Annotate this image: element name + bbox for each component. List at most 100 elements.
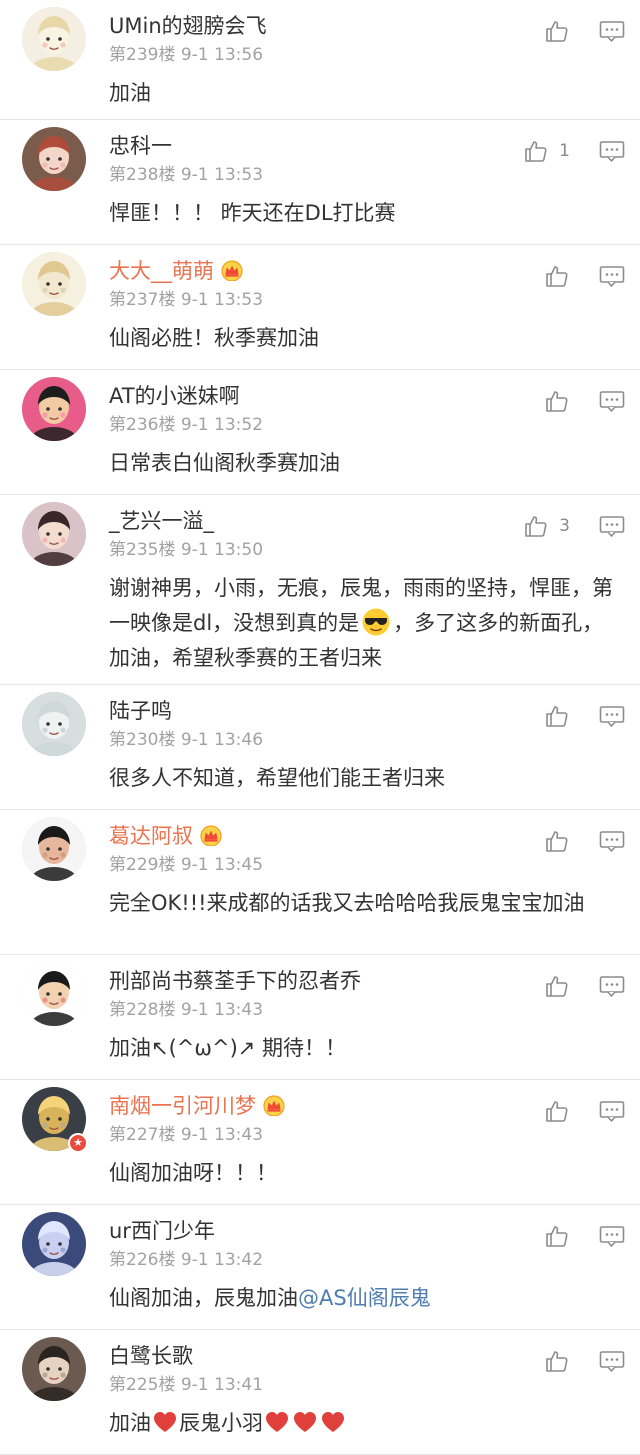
username-link[interactable]: _艺兴一溢_ (109, 507, 214, 535)
comment-text-segment: 完全OK!!!来成都的话我又去哈哈哈我辰鬼宝宝加油 (109, 891, 585, 915)
username-text: UMin的翅膀会飞 (109, 14, 267, 38)
reply-button[interactable] (599, 390, 625, 414)
comment-item: 忠科一 第238楼 9-1 13:53 悍匪！！！ 昨天还在DL打比赛 1 (0, 120, 640, 245)
comment-bubble-icon (599, 516, 625, 543)
avatar[interactable] (22, 127, 86, 191)
like-button[interactable] (544, 1223, 570, 1249)
like-button[interactable]: 3 (523, 513, 570, 539)
avatar[interactable] (22, 1212, 86, 1276)
reply-button[interactable] (599, 1100, 625, 1124)
avatar[interactable] (22, 252, 86, 316)
like-button[interactable] (544, 388, 570, 414)
comment-bubble-icon (599, 1101, 625, 1128)
reply-button[interactable] (599, 1350, 625, 1374)
username-text: 白鹭长歌 (109, 1344, 193, 1368)
username-text: ur西门少年 (109, 1219, 215, 1243)
comment-item: 白鹭长歌第225楼 9-1 13:41 加油 辰鬼小羽 (0, 1330, 640, 1455)
comment-text-segment: 加油↖(^ω^)↗ 期待！！ (109, 1036, 347, 1060)
username-link[interactable]: 陆子鸣 (109, 697, 172, 725)
comment-text-segment: 加油 (109, 1411, 151, 1435)
comment-bubble-icon (599, 831, 625, 858)
username-link[interactable]: 忠科一 (109, 132, 172, 160)
like-button[interactable] (544, 828, 570, 854)
like-count: 1 (559, 141, 570, 161)
avatar[interactable] (22, 377, 86, 441)
avatar[interactable] (22, 962, 86, 1026)
comment-text-segment: 日常表白仙阁秋季赛加油 (109, 451, 340, 475)
reply-button[interactable] (599, 1225, 625, 1249)
username-link[interactable]: UMin的翅膀会飞 (109, 12, 267, 40)
comment-list: UMin的翅膀会飞 第239楼 9-1 13:56 加油 忠科一 第238楼 9-1 1… (0, 0, 640, 1455)
reply-button[interactable] (599, 975, 625, 999)
like-button[interactable] (544, 18, 570, 44)
thumb-up-icon (544, 703, 570, 729)
comment-bubble-icon (599, 976, 625, 1003)
like-button[interactable] (544, 1098, 570, 1124)
avatar[interactable] (22, 817, 86, 881)
comment-meta: 第227楼 9-1 13:43 (109, 1123, 263, 1147)
comment-item: ★ 南烟一引河川梦 第227楼 9-1 13:43 仙阁加油呀！！！ (0, 1080, 640, 1205)
timestamp: 9-1 13:43 (180, 1125, 264, 1145)
comment-text: 完全OK!!!来成都的话我又去哈哈哈我辰鬼宝宝加油 (109, 886, 614, 921)
timestamp: 9-1 13:50 (180, 540, 264, 560)
crown-icon (262, 1094, 286, 1117)
timestamp: 9-1 13:56 (180, 45, 264, 65)
heart-icon (292, 1410, 318, 1434)
heart-icon (152, 1410, 178, 1434)
comment-item: ur西门少年 第226楼 9-1 13:42 仙阁加油，辰鬼加油@AS仙阁辰鬼 (0, 1205, 640, 1330)
timestamp: 9-1 13:42 (180, 1250, 264, 1270)
comment-text-segment: 很多人不知道，希望他们能王者归来 (109, 766, 445, 790)
avatar[interactable] (22, 7, 86, 71)
comment-text: 很多人不知道，希望他们能王者归来 (109, 761, 614, 796)
timestamp: 9-1 13:41 (180, 1375, 264, 1395)
avatar[interactable] (22, 692, 86, 756)
comment-bubble-icon (599, 1351, 625, 1378)
reply-button[interactable] (599, 265, 625, 289)
comment-meta: 第225楼 9-1 13:41 (109, 1373, 263, 1397)
reply-button[interactable] (599, 830, 625, 854)
username-link[interactable]: AT的小迷妹啊 (109, 382, 240, 410)
avatar[interactable] (22, 502, 86, 566)
reply-button[interactable] (599, 515, 625, 539)
comment-text-segment: 仙阁加油呀！！！ (109, 1161, 277, 1185)
thumb-up-icon (544, 1098, 570, 1124)
comment-text-segment: 辰鬼小羽 (179, 1411, 263, 1435)
username-link[interactable]: 南烟一引河川梦 (109, 1092, 286, 1120)
comment-item: 葛达阿叔 第229楼 9-1 13:45 完全OK!!!来成都的话我又去哈哈哈我辰鬼… (0, 810, 640, 955)
thumb-up-icon (523, 138, 549, 164)
crown-icon (199, 824, 223, 847)
username-link[interactable]: 葛达阿叔 (109, 822, 223, 850)
like-button[interactable] (544, 263, 570, 289)
username-link[interactable]: ur西门少年 (109, 1217, 215, 1245)
like-button[interactable] (544, 973, 570, 999)
comment-text: 日常表白仙阁秋季赛加油 (109, 446, 614, 481)
avatar[interactable] (22, 1337, 86, 1401)
like-button[interactable] (544, 703, 570, 729)
comment-text: 加油 辰鬼小羽 (109, 1406, 614, 1441)
username-link[interactable]: 大大__萌萌 (109, 257, 244, 285)
comment-bubble-icon (599, 1226, 625, 1253)
floor-number: 第237楼 (109, 290, 176, 310)
comment-bubble-icon (599, 391, 625, 418)
reply-button[interactable] (599, 20, 625, 44)
floor-number: 第239楼 (109, 45, 176, 65)
comment-text: 悍匪！！！ 昨天还在DL打比赛 (109, 196, 614, 231)
like-button[interactable]: 1 (523, 138, 570, 164)
comment-item: _艺兴一溢_ 第235楼 9-1 13:50 谢谢神男，小雨，无痕，辰鬼，雨雨的坚持… (0, 495, 640, 685)
mention-link[interactable]: @AS仙阁辰鬼 (298, 1286, 431, 1310)
like-count: 3 (559, 516, 570, 536)
reply-button[interactable] (599, 705, 625, 729)
like-button[interactable] (544, 1348, 570, 1374)
floor-number: 第230楼 (109, 730, 176, 750)
timestamp: 9-1 13:46 (180, 730, 264, 750)
comment-text: 加油↖(^ω^)↗ 期待！！ (109, 1031, 614, 1066)
comment-item: 刑部尚书蔡荃手下的忍者乔 第228楼 9-1 13:43 加油↖(^ω^)↗ 期待！… (0, 955, 640, 1080)
comment-text: 仙阁加油呀！！！ (109, 1156, 614, 1191)
comment-meta: 第237楼 9-1 13:53 (109, 288, 263, 312)
username-link[interactable]: 白鹭长歌 (109, 1342, 193, 1370)
username-link[interactable]: 刑部尚书蔡荃手下的忍者乔 (109, 967, 361, 995)
floor-number: 第225楼 (109, 1375, 176, 1395)
reply-button[interactable] (599, 140, 625, 164)
comment-bubble-icon (599, 21, 625, 48)
username-text: 陆子鸣 (109, 699, 172, 723)
